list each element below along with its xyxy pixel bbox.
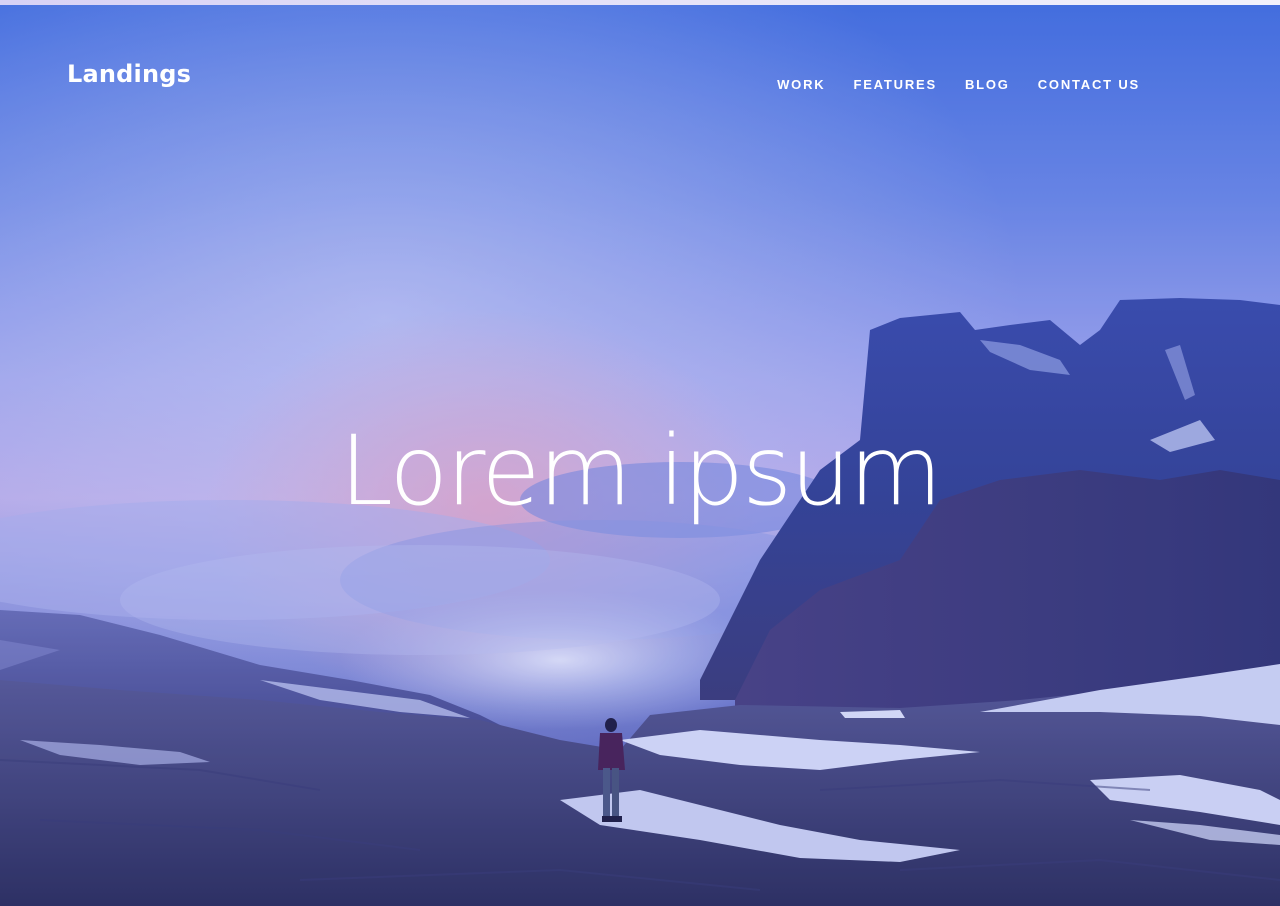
nav-item-work[interactable]: WORK bbox=[777, 77, 825, 92]
nav-item-features[interactable]: FEATURES bbox=[853, 77, 937, 92]
nav-item-blog[interactable]: BLOG bbox=[965, 77, 1010, 92]
hero-section: Landings WORK FEATURES BLOG CONTACT US L… bbox=[0, 0, 1280, 906]
brand-logo[interactable]: Landings bbox=[67, 60, 191, 88]
main-nav: WORK FEATURES BLOG CONTACT US bbox=[777, 77, 1140, 92]
top-strip bbox=[0, 0, 1280, 5]
nav-item-contact-us[interactable]: CONTACT US bbox=[1038, 77, 1140, 92]
hero-title: Lorem ipsum bbox=[339, 415, 943, 528]
